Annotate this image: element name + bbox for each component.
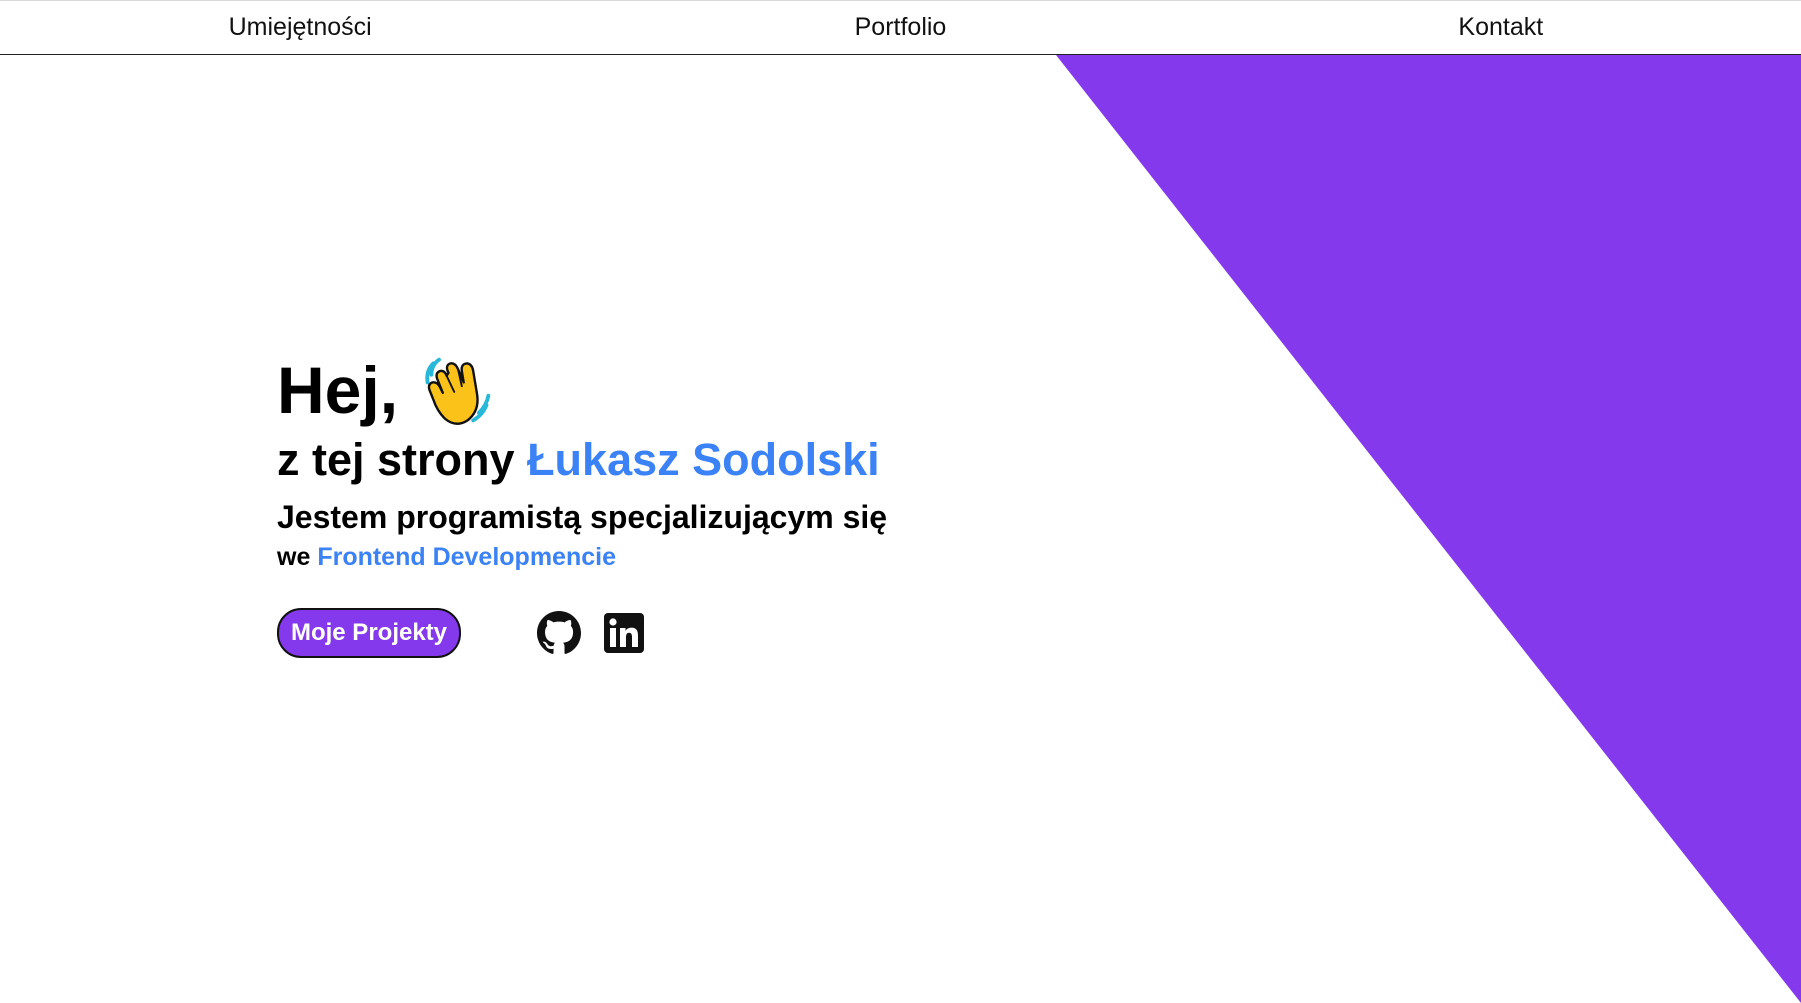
intro-line: z tej strony Łukasz Sodolski <box>277 432 887 488</box>
specialization-field: Frontend Developmencie <box>317 543 616 571</box>
hero-section: Hej, z tej strony Łukasz Sodolski Jestem… <box>277 350 887 658</box>
linkedin-link[interactable] <box>602 611 646 655</box>
hero-actions: Moje Projekty <box>277 608 887 658</box>
nav-item-contact[interactable]: Kontakt <box>1201 1 1801 54</box>
hero-greeting: Hej, <box>277 350 887 430</box>
nav-item-portfolio[interactable]: Portfolio <box>600 1 1200 54</box>
specialization-line: we Frontend Developmencie <box>277 538 887 576</box>
top-nav: Umiejętności Portfolio Kontakt <box>0 0 1801 55</box>
specialization-prefix: we <box>277 543 311 571</box>
social-links <box>537 611 646 655</box>
page: Umiejętności Portfolio Kontakt Hej, z te… <box>0 0 1801 1003</box>
github-icon <box>537 611 581 654</box>
greeting-text: Hej, <box>277 353 399 427</box>
job-description: Jestem programistą specjalizującym się <box>277 499 888 535</box>
author-name: Łukasz Sodolski <box>527 434 880 485</box>
purple-wedge <box>1056 55 1801 1003</box>
my-projects-button[interactable]: Moje Projekty <box>277 608 461 658</box>
intro-prefix: z tej strony <box>277 434 515 485</box>
github-link[interactable] <box>537 611 581 655</box>
waving-hand-icon <box>425 357 491 425</box>
linkedin-icon <box>604 613 644 653</box>
nav-item-skills[interactable]: Umiejętności <box>0 1 600 54</box>
